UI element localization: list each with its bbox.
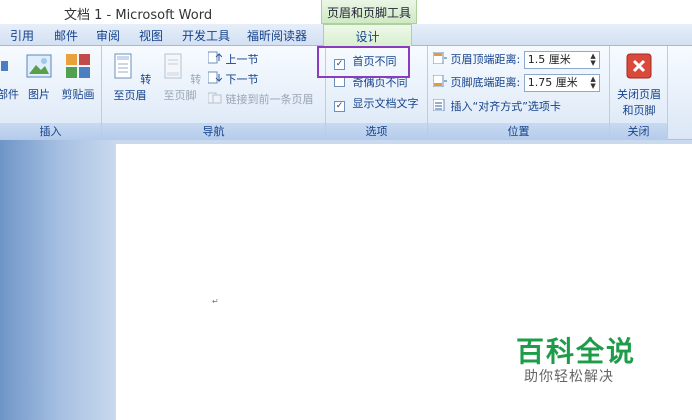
tab-view[interactable]: 视图 <box>139 27 163 44</box>
next-section-label: 下一节 <box>225 73 259 86</box>
clip-art-icon <box>66 54 90 78</box>
link-icon <box>207 92 222 104</box>
header-from-top-row: 页眉顶端距离: 1.5 厘米 ▲ ▼ <box>432 51 600 69</box>
link-to-previous-button[interactable]: 链接到前一条页眉 <box>207 91 314 107</box>
header-from-top-label: 页眉顶端距离: <box>450 53 521 66</box>
tab-design[interactable]: 设计 <box>323 24 412 46</box>
goto-header-button[interactable]: 转至页眉 <box>106 52 154 103</box>
footer-from-bottom-value: 1.75 厘米 <box>527 76 578 89</box>
picture-label: 图片 <box>28 88 50 101</box>
window-title: 文档 1 - Microsoft Word <box>64 8 213 23</box>
picture-button[interactable]: 图片 <box>24 52 54 102</box>
link-to-previous-label: 链接到前一条页眉 <box>225 93 314 106</box>
header-from-top-input[interactable]: 1.5 厘米 ▲ ▼ <box>523 51 600 69</box>
header-footer-tools-context: 页眉和页脚工具 <box>321 0 417 24</box>
group-insert: 部件 图片 剪贴画 插入 <box>0 46 102 140</box>
quick-parts-label: 部件 <box>0 88 19 101</box>
header-spin-arrows-icon[interactable]: ▲ ▼ <box>590 53 595 67</box>
tab-design-label: 设计 <box>355 30 380 44</box>
alignment-tab-icon <box>432 98 445 112</box>
clip-art-label: 剪贴画 <box>61 88 95 101</box>
insert-alignment-tab-label: 插入“对齐方式”选项卡 <box>450 100 561 113</box>
next-section-icon <box>207 71 223 84</box>
goto-footer-icon <box>164 53 182 79</box>
header-position-icon <box>432 51 447 65</box>
header-from-top-value: 1.5 厘米 <box>527 53 571 66</box>
group-navigation-label: 导航 <box>102 123 325 140</box>
title-bar: 文档 1 - Microsoft Word 页眉和页脚工具 <box>0 0 692 24</box>
show-document-text-check-icon: ✓ <box>334 101 345 112</box>
clip-art-button[interactable]: 剪贴画 <box>58 52 98 102</box>
group-close-label: 关闭 <box>610 123 667 140</box>
close-header-footer-label-line2: 和页脚 <box>622 104 656 117</box>
show-document-text-label: 显示文档文字 <box>352 97 419 110</box>
tab-review[interactable]: 审阅 <box>96 27 120 44</box>
goto-header-icon <box>114 53 132 79</box>
close-header-footer-button[interactable]: 关闭页眉 和页脚 <box>612 52 666 118</box>
picture-icon <box>26 54 52 78</box>
context-tab-group-label: 页眉和页脚工具 <box>326 6 411 20</box>
footer-from-bottom-row: 页脚底端距离: 1.75 厘米 ▲ ▼ <box>432 74 600 92</box>
show-document-text-checkbox[interactable]: ✓ 显示文档文字 <box>334 95 419 112</box>
previous-section-icon <box>207 51 223 64</box>
watermark-subtitle: 助你轻松解决 <box>524 369 614 385</box>
tab-references[interactable]: 引用 <box>10 27 34 44</box>
previous-section-button[interactable]: 上一节 <box>207 51 259 67</box>
highlight-box <box>317 46 410 78</box>
close-icon <box>626 53 652 79</box>
paragraph-mark: ↵ <box>212 297 219 306</box>
quick-parts-icon <box>1 61 8 71</box>
footer-from-bottom-label: 页脚底端距离: <box>450 76 521 89</box>
next-section-button[interactable]: 下一节 <box>207 71 259 87</box>
group-insert-label: 插入 <box>0 123 101 140</box>
footer-position-icon <box>432 74 447 88</box>
group-position-label: 位置 <box>428 123 609 140</box>
tab-mailings[interactable]: 邮件 <box>54 27 78 44</box>
tab-foxit-reader[interactable]: 福昕阅读器 <box>247 27 307 44</box>
tab-developer[interactable]: 开发工具 <box>182 27 230 44</box>
group-position: 页眉顶端距离: 1.5 厘米 ▲ ▼ 页脚底端距离: 1.75 厘米 ▲ ▼ 插… <box>428 46 610 140</box>
quick-parts-button[interactable]: 部件 <box>0 52 20 102</box>
group-close: 关闭页眉 和页脚 关闭 <box>610 46 668 140</box>
watermark-title: 百科全说 <box>516 335 637 368</box>
group-navigation: 转至页眉 转至页脚 上一节 下一节 链接到前一条页眉 导航 <box>102 46 326 140</box>
footer-spin-arrows-icon[interactable]: ▲ ▼ <box>590 76 595 90</box>
insert-alignment-tab-button[interactable]: 插入“对齐方式”选项卡 <box>432 98 561 114</box>
close-header-footer-label-line1: 关闭页眉 <box>617 88 661 101</box>
footer-from-bottom-input[interactable]: 1.75 厘米 ▲ ▼ <box>523 74 600 92</box>
previous-section-label: 上一节 <box>225 53 259 66</box>
group-options-label: 选项 <box>326 123 427 140</box>
goto-footer-button[interactable]: 转至页脚 <box>156 52 204 103</box>
